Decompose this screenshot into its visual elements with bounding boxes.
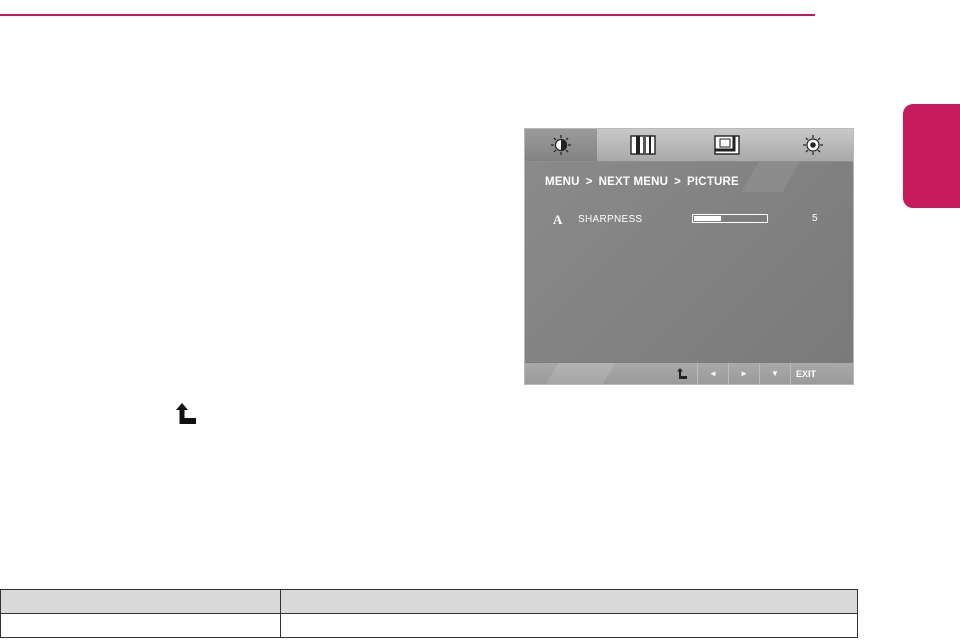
table-header-row [0,589,858,614]
settings-table [0,589,858,638]
return-arrow-icon [677,368,687,379]
breadcrumb-next-menu: NEXT MENU [598,176,669,188]
header-rule [0,14,815,16]
osd-tab-display[interactable] [691,129,763,161]
display-position-icon [714,135,740,155]
osd-tab-bar [525,129,853,162]
osd-key-left[interactable]: ◄ [698,363,728,384]
table-row [0,613,858,638]
breadcrumb-separator: > [674,176,682,188]
breadcrumb-separator: > [585,176,593,188]
setting-label: SHARPNESS [578,214,643,225]
osd-breadcrumb: MENU > NEXT MENU > PICTURE [545,176,739,188]
slider-fill [694,216,721,221]
osd-key-right[interactable]: ► [729,363,759,384]
setting-row-sharpness[interactable]: A SHARPNESS 5 [553,212,823,230]
breadcrumb-picture: PICTURE [687,176,739,188]
brightness-icon [551,135,571,155]
table-header-cell [280,589,858,614]
osd-key-return[interactable] [667,363,697,384]
osd-button-bar: ◄ ► ▼ EXIT [525,363,853,384]
osd-tab-color[interactable] [607,129,679,161]
language-side-tab [903,104,960,208]
setting-value: 5 [812,213,818,224]
color-bars-icon [630,135,656,155]
osd-tab-settings[interactable] [777,129,849,161]
osd-content-area: MENU > NEXT MENU > PICTURE A SHARPNESS 5 [525,162,853,362]
osd-tab-picture[interactable] [525,129,597,161]
table-cell [280,613,858,638]
osd-key-down[interactable]: ▼ [760,363,790,384]
breadcrumb-menu: MENU [545,176,580,188]
table-cell [0,613,281,638]
table-header-cell [0,589,281,614]
return-arrow-icon [176,403,196,424]
settings-gear-icon [803,135,823,155]
osd-menu-screenshot: MENU > NEXT MENU > PICTURE A SHARPNESS 5 ◄ ►… [524,128,854,385]
osd-key-exit[interactable]: EXIT [789,363,823,384]
sharpness-slider[interactable] [692,214,768,223]
sharpness-icon: A [553,212,563,227]
